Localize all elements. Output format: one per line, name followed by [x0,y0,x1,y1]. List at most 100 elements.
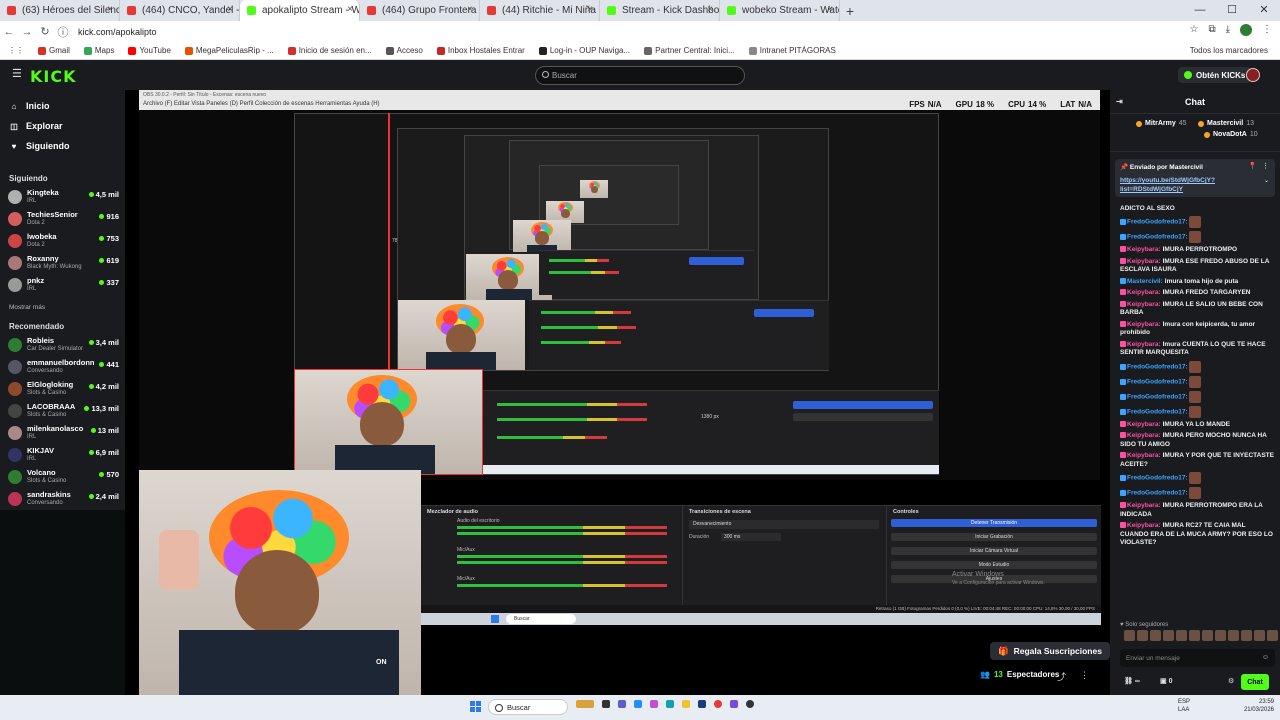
chat-username[interactable]: Keipybara: [1127,301,1161,308]
chat-username[interactable]: Keipybara: [1127,522,1161,529]
minimize-icon[interactable]: — [1184,0,1216,21]
share-icon[interactable]: ⤴ [1057,670,1066,683]
close-tab-icon[interactable]: × [467,4,473,15]
obs-control-button[interactable]: Iniciar Grabación [891,533,1097,541]
bookmark-item[interactable]: YouTube [128,46,171,55]
menu-icon[interactable]: ⋮ [1262,24,1272,36]
emote-icon[interactable] [1241,630,1252,641]
sidebar-channel[interactable]: Robleis Car Dealer Simulator 3,4 mil [8,336,122,356]
chat-username[interactable]: Keipybara: [1127,421,1161,428]
chat-input[interactable]: Enviar un mensaje ☺ [1120,649,1275,667]
search-input[interactable]: Buscar [535,66,745,85]
url-field[interactable]: kick.com/apokalipto [78,24,1178,39]
chat-username[interactable]: Keipybara: [1127,321,1161,328]
language-indicator[interactable]: ESP LAA [1178,698,1190,714]
nav-siguiendo[interactable]: ♥ Siguiendo [10,141,70,151]
emote-icon[interactable] [1188,472,1201,484]
clock-date[interactable]: 21/03/2026 [1244,706,1274,714]
bookmark-item[interactable]: Inbox Hostales Entrar [436,46,525,55]
emote-icon[interactable] [1188,487,1201,499]
bookmark-item[interactable]: Acceso [385,46,423,55]
close-tab-icon[interactable]: × [827,4,833,15]
chat-username[interactable]: FredoGodofredo17: [1127,408,1188,415]
back-icon[interactable]: ← [0,26,18,38]
points-display[interactable]: ⛓ ∞ [1124,677,1140,685]
teams-icon[interactable] [618,700,626,708]
emote-icon[interactable] [1137,630,1148,641]
browser-tab[interactable]: wobeko Stream - Watch Live o...× [720,0,840,21]
get-kicks-button[interactable]: Obtén KICKs [1178,67,1252,83]
obs-control-button[interactable]: Iniciar Cámara Virtual [891,547,1097,555]
show-more-link[interactable]: Mostrar más [9,304,45,311]
emote-icon[interactable] [1188,405,1201,418]
downloads-icon[interactable]: ⤓ [1226,24,1230,36]
app-icon[interactable] [650,700,658,708]
emote-icon[interactable] [1228,630,1239,641]
transition-select[interactable]: Desvanecimiento [689,520,879,529]
gift-subs-button[interactable]: 🎁 Regala Suscripciones [990,642,1110,660]
browser-tab[interactable]: (44) Ritchie - Mi Niña Veneno× [480,0,600,21]
sidebar-channel[interactable]: Roxanny Black Myth: Wukong 619 [8,254,122,274]
sidebar-channel[interactable]: TechiesSenior Dota 2 916 [8,210,122,230]
close-window-icon[interactable]: ✕ [1248,0,1280,21]
chat-username[interactable]: Keipybara: [1127,502,1161,509]
pinned-menu-icon[interactable]: ⋮ [1262,162,1269,170]
duration-input[interactable]: 300 ms [721,533,781,541]
file-explorer-icon[interactable] [682,700,690,708]
sidebar-channel[interactable]: KIKJAV IRL 6,9 mil [8,446,122,466]
forward-icon[interactable]: → [18,26,36,38]
emoji-icon[interactable]: ☺ [1262,654,1269,661]
taskbar-search[interactable]: Buscar [488,699,568,715]
chat-username[interactable]: Keipybara: [1127,432,1161,439]
bookmark-star-icon[interactable]: ☆ [1189,24,1198,36]
task-view-icon[interactable] [602,700,610,708]
all-bookmarks-link[interactable]: Todos los marcadores [1190,46,1268,55]
pinned-link[interactable]: https://youtu.be/StdWjGfbCjY?list=RDStdW… [1120,176,1250,194]
chat-username[interactable]: Keipybara: [1127,452,1161,459]
chevron-down-icon[interactable]: ⌄ [1264,177,1269,184]
emote-icon[interactable] [1124,630,1135,641]
chat-username[interactable]: FredoGodofredo17: [1127,475,1188,482]
gear-icon[interactable]: ⚙ [1228,677,1234,685]
chat-username[interactable]: Mastercivil: [1127,278,1163,285]
top-gifter-3[interactable]: NovaDotA 10 [1204,131,1258,138]
windows-start-icon[interactable] [470,701,481,712]
browser-tab[interactable]: (464) Grupo Frontera - NO SE V...× [360,0,480,21]
video-player[interactable]: OBS 30.0.2 - Perfil: Sin Título - Escena… [125,90,1110,695]
emote-icon[interactable] [1163,630,1174,641]
close-tab-icon[interactable]: × [347,4,353,15]
sidebar-channel[interactable]: milenkanolasco IRL 13 mil [8,424,122,444]
sidebar-channel[interactable]: pnkz IRL 337 [8,276,122,296]
info-icon[interactable]: ⓘ [54,24,72,40]
chat-username[interactable]: FredoGodofredo17: [1127,378,1188,385]
browser-tab[interactable]: (464) CNCO, Yandel - Hoy DJ C...× [120,0,240,21]
bookmark-item[interactable]: Gmail [38,46,70,55]
chat-username[interactable]: Keipybara: [1127,258,1161,265]
user-avatar[interactable] [1246,68,1260,82]
top-gifter-2[interactable]: Mastercivil 13 [1198,120,1254,127]
store-icon[interactable] [634,700,642,708]
nav-inicio[interactable]: ⌂ Inicio [10,101,50,111]
nav-explorar[interactable]: ◫ Explorar [10,121,62,131]
subs-display[interactable]: ▣ 0 [1160,677,1172,685]
emote-icon[interactable] [1188,390,1201,403]
pin-icon[interactable]: 📍 [1248,162,1257,170]
chrome-icon[interactable] [714,700,722,708]
sidebar-channel[interactable]: sandraskins Conversando 2,4 mil [8,490,122,510]
sidebar-channel[interactable]: LACOBRAAA Slots & Casino 13,3 mil [8,402,122,422]
emote-icon[interactable] [1254,630,1265,641]
bookmark-item[interactable]: MegaPeliculasRip - ... [184,46,274,55]
emote-icon[interactable] [1150,630,1161,641]
chat-username[interactable]: FredoGodofredo17: [1127,219,1188,226]
sidebar-channel[interactable]: Kingteka IRL 4,5 mil [8,188,122,208]
app-icon[interactable] [698,700,706,708]
emote-icon[interactable] [1188,231,1201,243]
close-tab-icon[interactable]: × [587,4,593,15]
chat-username[interactable]: Keipybara: [1127,289,1161,296]
top-gifter-1[interactable]: MitrArmy 45 [1136,120,1187,127]
emote-icon[interactable] [1188,360,1201,373]
chat-username[interactable]: FredoGodofredo17: [1127,393,1188,400]
chat-username[interactable]: FredoGodofredo17: [1127,490,1188,497]
browser-tab[interactable]: apokalipto Stream - Watch Live× [240,0,360,21]
emote-icon[interactable] [1267,630,1278,641]
